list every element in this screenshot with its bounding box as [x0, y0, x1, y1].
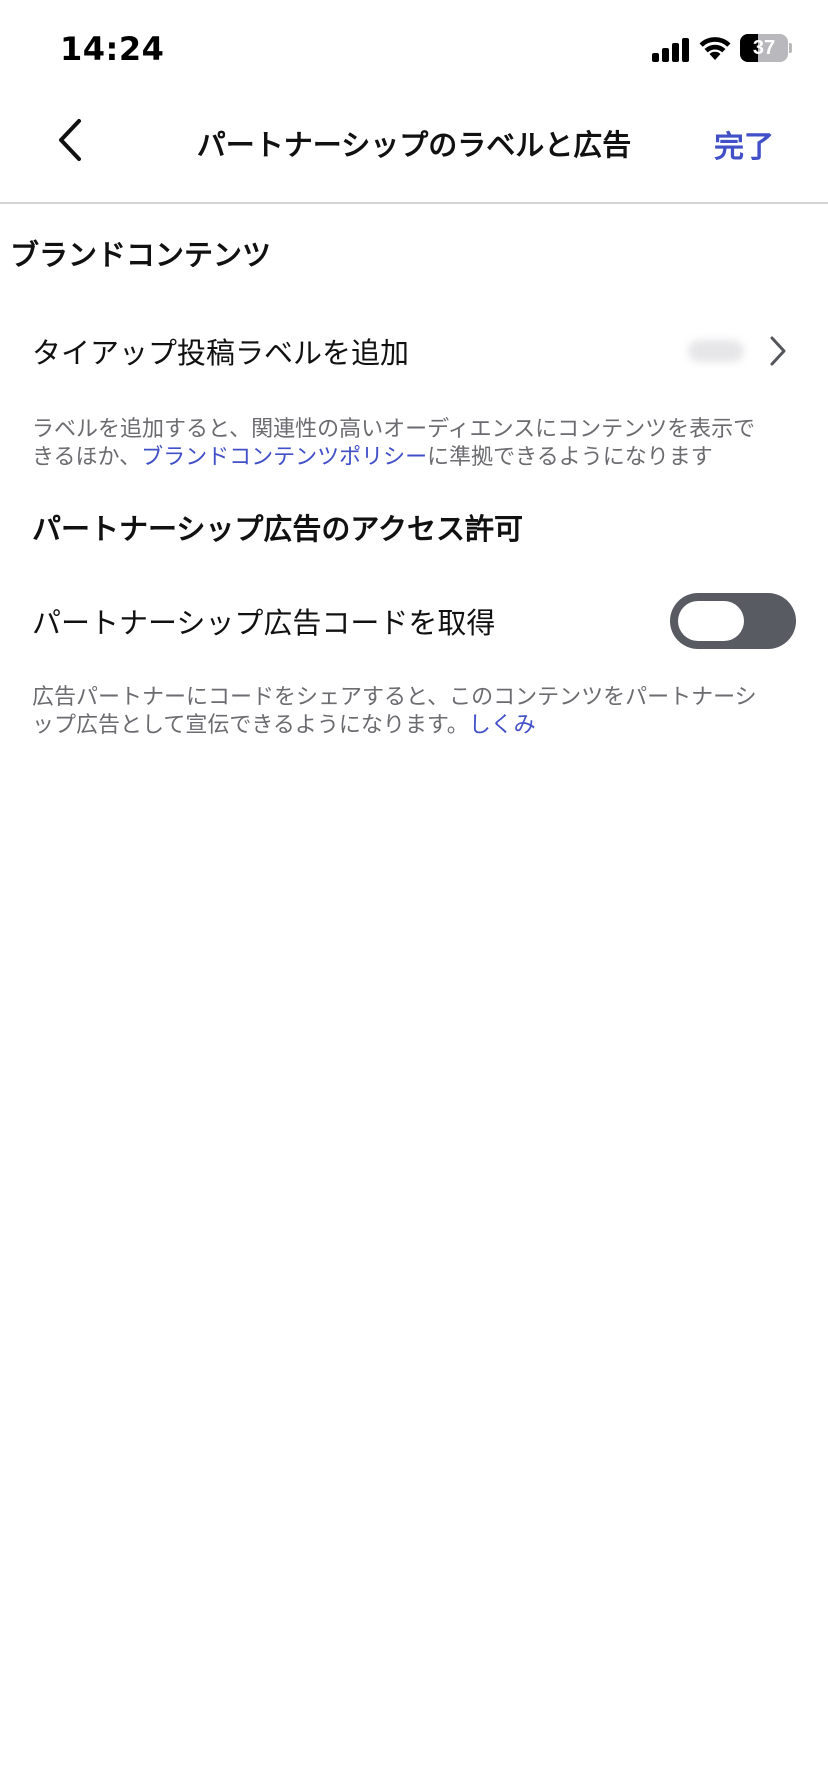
- nav-bar: パートナーシップのラベルと広告 完了: [0, 100, 828, 204]
- branded-desc-line1: ラベルを追加すると、関連性の高いオーディエンスにコンテンツを表示で: [32, 417, 756, 442]
- branded-desc-prefix: きるほか、: [32, 445, 142, 470]
- section-title-branded-content: ブランドコンテンツ: [10, 238, 272, 272]
- blurred-value: [688, 340, 744, 362]
- battery-body: 37: [740, 34, 788, 62]
- page-title: パートナーシップのラベルと広告: [196, 128, 632, 162]
- section-title-partnership-ads: パートナーシップ広告のアクセス許可: [32, 512, 523, 546]
- chevron-left-icon: [59, 119, 81, 161]
- chevron-right-icon: [770, 336, 786, 366]
- partnership-ad-code-toggle[interactable]: [670, 593, 796, 649]
- partnership-ad-code-label: パートナーシップ広告コードを取得: [32, 606, 496, 640]
- battery-nub: [789, 43, 792, 53]
- status-bar: 14:24 37: [0, 0, 828, 100]
- partnership-ad-code-row: パートナーシップ広告コードを取得: [0, 588, 828, 654]
- partnership-ads-description: 広告パートナーにコードをシェアすると、このコンテンツをパートナーシ ップ広告とし…: [32, 684, 792, 740]
- branded-content-policy-link[interactable]: ブランドコンテンツポリシー: [141, 445, 427, 470]
- toggle-knob: [678, 601, 744, 641]
- how-it-works-link[interactable]: しくみ: [469, 713, 536, 738]
- branded-desc-suffix: に準拠できるようになります: [427, 445, 713, 470]
- battery-icon: 37: [740, 34, 792, 62]
- signal-icon: [652, 38, 689, 62]
- branded-desc-line2: きるほか、ブランドコンテンツポリシーに準拠できるようになります: [32, 444, 792, 472]
- back-button[interactable]: [44, 114, 96, 166]
- add-paid-partnership-label-row[interactable]: タイアップ投稿ラベルを追加: [0, 318, 828, 384]
- partnership-desc-line2: ップ広告として宣伝できるようになります。しくみ: [32, 712, 792, 740]
- partnership-desc-line1: 広告パートナーにコードをシェアすると、このコンテンツをパートナーシ: [32, 685, 757, 710]
- done-button[interactable]: 完了: [714, 122, 774, 166]
- partnership-desc-prefix: ップ広告として宣伝できるようになります。: [32, 713, 469, 738]
- screen: 14:24 37 パートナーシップのラベルと広告 完了 ブランドコンテンツ タイ…: [0, 0, 828, 1792]
- add-paid-partnership-label: タイアップ投稿ラベルを追加: [32, 336, 410, 370]
- status-time: 14:24: [60, 30, 165, 68]
- battery-level: 37: [752, 37, 776, 59]
- wifi-icon: [699, 37, 731, 60]
- branded-content-description: ラベルを追加すると、関連性の高いオーディエンスにコンテンツを表示で きるほか、ブ…: [32, 416, 792, 472]
